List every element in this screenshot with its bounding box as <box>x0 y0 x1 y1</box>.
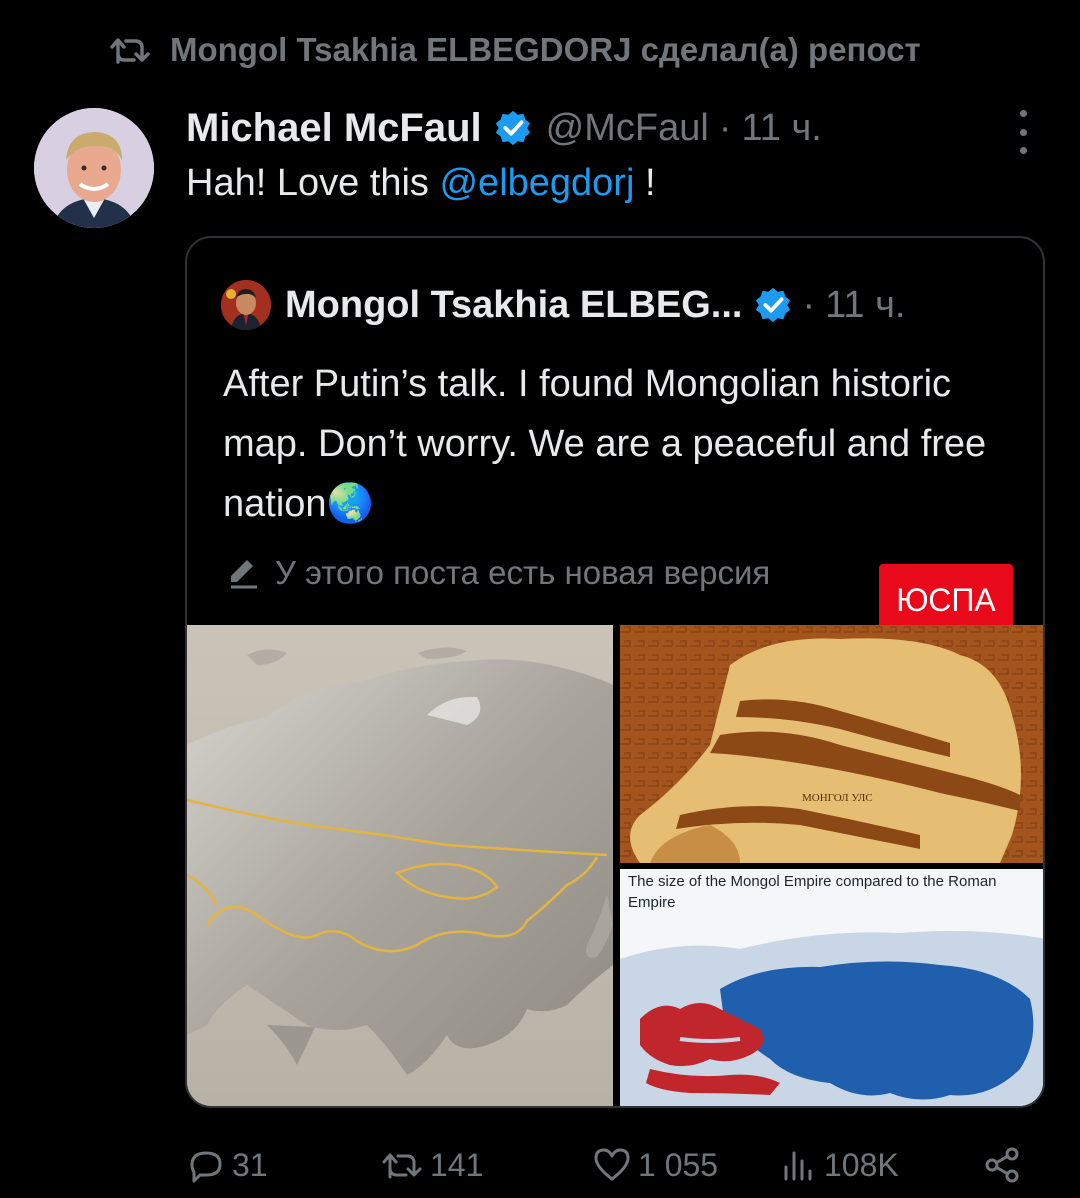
quoted-author-line: Mongol Tsakhia ELBEG... · 11 ч. <box>221 278 905 332</box>
tweet-author-line: Michael McFaul @McFaul · 11 ч. <box>186 100 822 156</box>
separator-dot: · <box>802 283 816 326</box>
action-bar: 31 141 1 055 108K <box>186 1140 1036 1190</box>
quoted-author-name[interactable]: Mongol Tsakhia ELBEG... <box>285 284 742 327</box>
quoted-time[interactable]: 11 ч. <box>825 284 905 327</box>
map-label-mongol-uls: МОНГОЛ УЛС <box>802 792 873 804</box>
repost-icon <box>382 1153 422 1179</box>
tweet-time[interactable]: 11 ч. <box>741 107 821 150</box>
avatar[interactable] <box>34 108 154 228</box>
verified-badge-icon <box>756 287 791 323</box>
separator-dot: · <box>718 106 732 149</box>
share-icon <box>985 1147 1019 1183</box>
image-empire-comparison[interactable]: The size of the Mongol Empire compared t… <box>620 869 1043 1106</box>
views-count: 108K <box>824 1146 899 1183</box>
quoted-tweet-card[interactable]: Mongol Tsakhia ELBEG... · 11 ч. After Pu… <box>185 236 1045 1108</box>
views-button[interactable]: 108K <box>778 1140 899 1190</box>
verified-badge-icon <box>495 110 530 146</box>
image-caption: The size of the Mongol Empire compared t… <box>628 873 997 911</box>
quoted-text: After Putin’s talk. I found Mongolian hi… <box>223 354 1003 534</box>
repost-count: 141 <box>430 1146 484 1183</box>
mention-link[interactable]: @elbegdorj <box>439 162 634 204</box>
globe-emoji: 🌏 <box>326 483 374 525</box>
reply-icon <box>190 1151 222 1183</box>
image-mongolian-historic-map[interactable]: МОНГОЛ УЛС <box>620 625 1043 863</box>
more-options-icon[interactable] <box>1006 110 1040 154</box>
like-count: 1 055 <box>638 1146 719 1183</box>
repost-button[interactable]: 141 <box>380 1140 483 1190</box>
views-chart-icon <box>784 1151 812 1181</box>
repost-text: Mongol Tsakhia ELBEGDORJ сделал(а) репос… <box>170 31 921 68</box>
share-button[interactable] <box>982 1140 1022 1190</box>
edit-pencil-icon <box>231 560 257 589</box>
new-version-notice[interactable]: У этого поста есть новая версия <box>227 550 770 596</box>
repost-header[interactable]: Mongol Tsakhia ELBEGDORJ сделал(а) репос… <box>108 28 921 72</box>
author-handle[interactable]: @McFaul <box>546 107 709 150</box>
quoted-avatar[interactable] <box>221 280 271 330</box>
image-eurasia-relief-map[interactable] <box>187 625 613 1106</box>
tweet-text: Hah! Love this @elbegdorj ! <box>186 162 656 205</box>
repost-icon <box>110 38 150 64</box>
heart-icon <box>594 1148 630 1181</box>
author-name[interactable]: Michael McFaul <box>186 106 482 151</box>
reply-count: 31 <box>232 1146 268 1183</box>
reply-button[interactable]: 31 <box>186 1140 268 1190</box>
tweet-text-before: Hah! Love this <box>186 162 440 204</box>
new-version-text: У этого поста есть новая версия <box>275 554 771 591</box>
like-button[interactable]: 1 055 <box>592 1140 718 1190</box>
tweet-text-after: ! <box>634 162 656 204</box>
